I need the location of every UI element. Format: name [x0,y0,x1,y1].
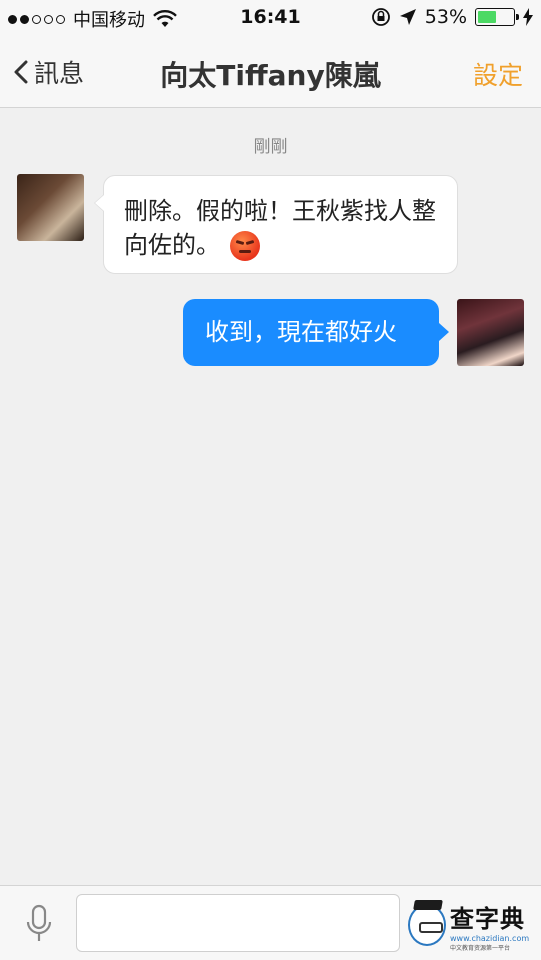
contact-avatar[interactable] [17,174,84,241]
chazidian-watermark-logo: 查字典 www.chazidian.com 中文教育资源第一平台 [408,897,536,953]
watermark-title: 查字典 [450,904,525,933]
battery-icon [475,8,519,26]
microphone-icon[interactable] [24,904,54,944]
scholar-mascot-icon [408,904,446,946]
battery-percent: 53% [424,6,467,28]
outgoing-message-bubble[interactable]: 收到，現在都好火 [183,299,449,366]
status-bar: 中国移动 16:41 53% [0,0,541,36]
nav-bar: 訊息 向太Tiffany陳嵐 設定 [0,36,541,108]
battery-level [478,11,497,23]
rotation-lock-icon [371,8,390,26]
message-timestamp: 剛剛 [253,137,288,157]
angry-face-icon [229,231,260,261]
incoming-message-text: 刪除。假的啦！王秋紫找人整向佐的。 [124,197,436,259]
location-arrow-icon [399,9,416,25]
user-avatar[interactable] [457,299,524,366]
watermark-url: www.chazidian.com [450,933,530,943]
status-right: 53% [371,6,533,28]
incoming-message-bubble[interactable]: 刪除。假的啦！王秋紫找人整向佐的。 [94,175,458,274]
message-input[interactable] [76,894,400,952]
outgoing-message-text: 收到，現在都好火 [205,318,397,346]
charging-bolt-icon [523,8,533,26]
conversation-title: 向太Tiffany陳嵐 [160,59,381,92]
watermark-subtitle: 中文教育资源第一平台 [450,944,511,952]
settings-button[interactable]: 設定 [473,56,523,92]
